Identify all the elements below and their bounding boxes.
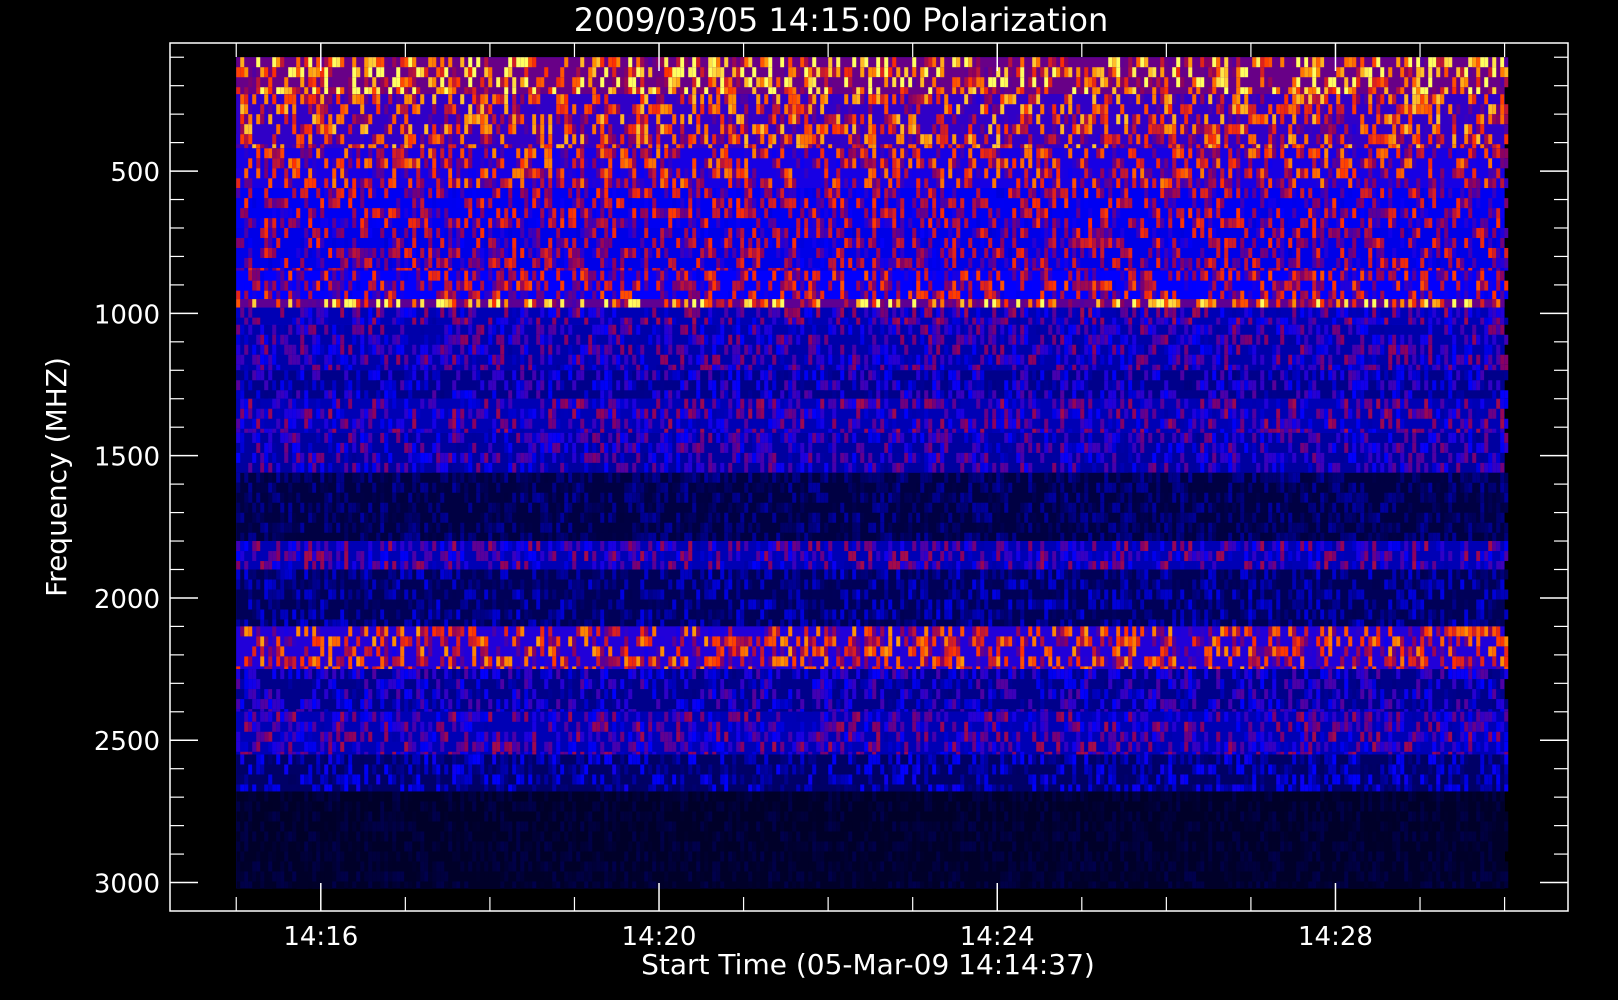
x-tick-label: 14:28 <box>1298 922 1373 952</box>
heatmap-band-7 <box>236 307 1509 325</box>
heatmap-band-16 <box>236 669 1509 712</box>
heatmap-band-1 <box>236 94 1509 149</box>
y-tick-label: 2500 <box>94 727 160 757</box>
heatmap-band-4 <box>236 227 1509 271</box>
heatmap-band-5 <box>236 270 1509 300</box>
heatmap-band-2 <box>236 148 1509 189</box>
heatmap-band-9 <box>236 370 1509 399</box>
spectrogram-plot: 2009/03/05 14:15:00 Polarization 500 1000… <box>0 0 1618 1000</box>
heatmap-band-8 <box>236 324 1509 371</box>
heatmap-band-0 <box>236 57 1509 95</box>
heatmap-band-12 <box>236 472 1509 542</box>
heatmap-band-17 <box>236 711 1509 755</box>
heatmap-band-14 <box>236 569 1509 627</box>
chart-title: 2009/03/05 14:15:00 Polarization <box>574 1 1108 39</box>
heatmap-band-15 <box>236 626 1509 670</box>
heatmap-band-11 <box>236 432 1509 473</box>
heatmap-band-18 <box>236 754 1509 792</box>
x-axis-label: Start Time (05-Mar-09 14:14:37) <box>641 948 1095 981</box>
heatmap-band-19 <box>236 791 1509 889</box>
y-axis-label: Frequency (MHZ) <box>40 357 73 597</box>
heatmap-band-3 <box>236 188 1509 228</box>
heatmap-band-13 <box>236 541 1509 570</box>
heatmap <box>236 57 1509 889</box>
heatmap-band-6 <box>236 299 1505 308</box>
x-tick-label: 14:16 <box>283 922 358 952</box>
y-tick-label: 500 <box>110 158 160 188</box>
y-tick-label: 2000 <box>94 585 160 615</box>
y-tick-label: 1500 <box>94 443 160 473</box>
heatmap-band-10 <box>236 398 1509 433</box>
y-tick-label: 1000 <box>94 300 160 330</box>
y-tick-label: 3000 <box>94 870 160 900</box>
